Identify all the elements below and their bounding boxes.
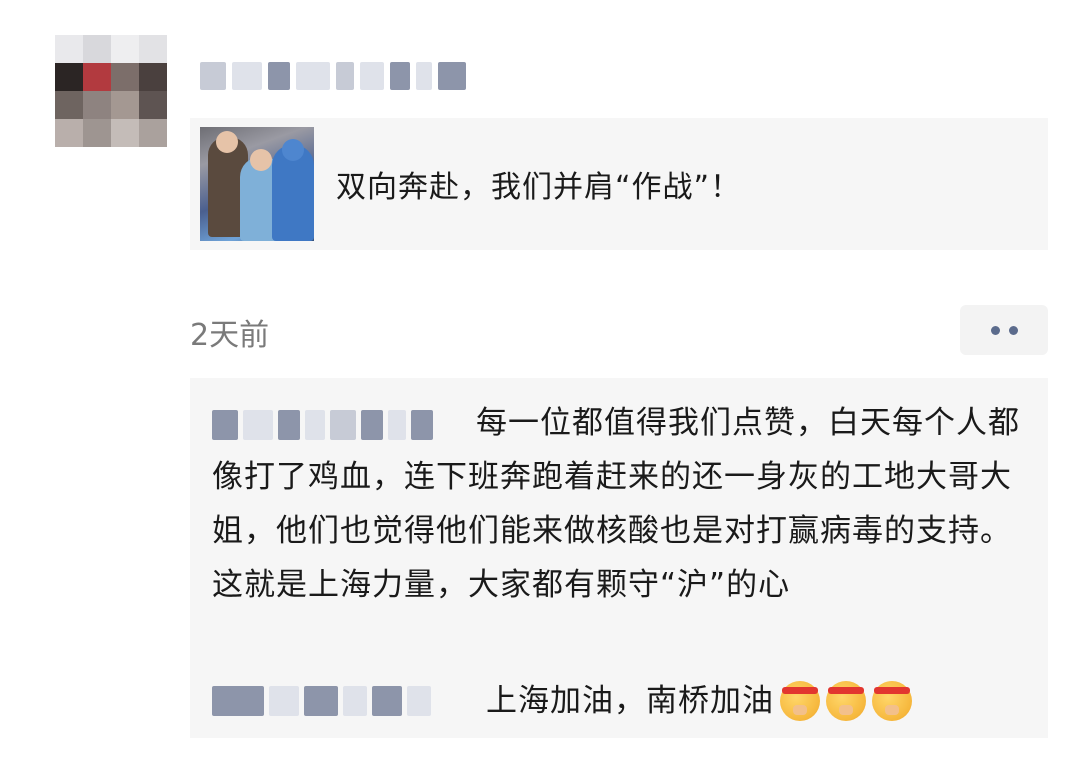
post-time: 2天前	[190, 318, 270, 353]
author-avatar[interactable]	[55, 35, 167, 147]
link-title: 双向奔赴，我们并肩“作战”！	[336, 170, 742, 205]
fighting-face-emoji-icon	[826, 681, 866, 721]
commenter-name-blurred[interactable]	[212, 409, 468, 441]
more-dots-icon	[990, 325, 1000, 335]
more-options-button[interactable]	[960, 305, 1048, 355]
comment-item[interactable]: 每一位都值得我们点赞，白天每个人都像打了鸡血，连下班奔跑着赶来的还一身灰的工地大…	[212, 396, 1027, 612]
link-thumbnail	[200, 127, 314, 241]
fighting-face-emoji-icon	[872, 681, 912, 721]
comments-section: 每一位都值得我们点赞，白天每个人都像打了鸡血，连下班奔跑着赶来的还一身灰的工地大…	[190, 378, 1048, 738]
author-name-blurred[interactable]	[200, 58, 470, 94]
comment-item[interactable]: 上海加油，南桥加油	[212, 674, 1027, 728]
shared-link-card[interactable]: 双向奔赴，我们并肩“作战”！	[190, 118, 1048, 250]
commenter-name-blurred[interactable]	[212, 685, 476, 717]
comment-text: 上海加油，南桥加油	[486, 683, 774, 719]
fighting-face-emoji-icon	[780, 681, 820, 721]
